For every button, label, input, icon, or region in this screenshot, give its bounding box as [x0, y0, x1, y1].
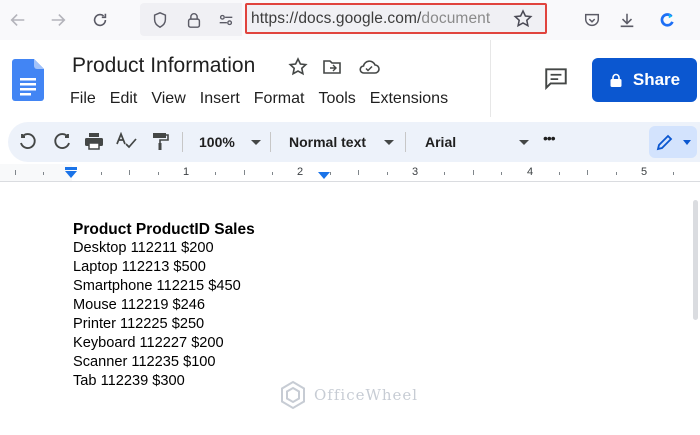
menu-edit[interactable]: Edit: [110, 90, 138, 108]
back-arrow-icon[interactable]: [6, 8, 30, 32]
watermark: OfficeWheel: [278, 380, 418, 410]
editing-mode-button[interactable]: [649, 126, 697, 158]
list-item: Desktop 112211 $200: [73, 240, 214, 256]
chevron-down-icon: [683, 140, 691, 145]
ruler-tick: [243, 170, 245, 175]
ruler-tick: [329, 172, 331, 175]
list-item: Smartphone 112215 $450: [73, 278, 241, 294]
ruler-tick: [558, 172, 560, 175]
ruler-tick: [14, 170, 16, 175]
ruler-tick: [157, 172, 159, 175]
shield-icon[interactable]: [148, 8, 172, 32]
list-item: Mouse 112219 $246: [73, 297, 205, 313]
ruler-tick: [215, 172, 217, 175]
chevron-down-icon[interactable]: [251, 140, 261, 145]
url-domain: https://docs.google.com/: [251, 9, 422, 27]
cloud-saved-icon[interactable]: [358, 57, 380, 79]
ruler-number: 2: [297, 166, 304, 178]
ruler-tick: [444, 172, 446, 175]
url-path: document: [421, 9, 491, 27]
toolbar-separator: [405, 132, 406, 152]
lock-icon: [610, 73, 622, 87]
google-docs-logo-icon[interactable]: [12, 59, 44, 101]
vertical-scrollbar[interactable]: [693, 200, 698, 320]
menu-tools[interactable]: Tools: [318, 90, 355, 108]
firefox-sync-icon[interactable]: [655, 8, 679, 32]
star-icon[interactable]: [288, 57, 310, 79]
permissions-icon[interactable]: [214, 8, 238, 32]
menu-file[interactable]: File: [70, 90, 96, 108]
officewheel-logo-icon: [281, 380, 305, 410]
menu-insert[interactable]: Insert: [200, 90, 240, 108]
ruler-tick: [272, 172, 274, 175]
ruler-tick: [501, 172, 503, 175]
lock-icon[interactable]: [182, 8, 206, 32]
watermark-text: OfficeWheel: [314, 386, 419, 404]
ruler-tick: [43, 172, 45, 175]
undo-icon[interactable]: [18, 132, 40, 152]
list-item: Keyboard 112227 $200: [73, 335, 224, 351]
spellcheck-icon[interactable]: [116, 131, 138, 152]
ruler-tick: [587, 170, 589, 175]
browser-toolbar: https://docs.google.com/document: [0, 0, 700, 40]
move-to-folder-icon[interactable]: [322, 57, 344, 79]
font-select[interactable]: Arial: [425, 134, 456, 150]
toolbar-separator: [270, 132, 271, 152]
redo-icon[interactable]: [52, 132, 74, 152]
paint-format-icon[interactable]: [150, 132, 172, 152]
menu-view[interactable]: View: [151, 90, 185, 108]
ruler-number: 5: [641, 166, 648, 178]
chevron-down-icon[interactable]: [384, 140, 394, 145]
tab-stop-marker[interactable]: [318, 172, 330, 179]
table-header-line: Product ProductID Sales: [73, 221, 255, 238]
ruler-number: 1: [183, 166, 190, 178]
share-button[interactable]: Share: [592, 58, 697, 102]
header-divider: [490, 40, 491, 117]
ruler-tick: [386, 172, 388, 175]
bookmark-star-icon[interactable]: [513, 9, 533, 29]
ruler-tick: [673, 172, 675, 175]
left-indent-handle[interactable]: [65, 171, 77, 178]
share-label: Share: [632, 70, 681, 89]
more-options-icon[interactable]: •••: [543, 130, 556, 146]
menu-bar: File Edit View Insert Format Tools Exten…: [70, 90, 462, 108]
print-icon[interactable]: [84, 132, 106, 152]
first-line-indent-handle[interactable]: [65, 167, 77, 170]
ruler-tick: [100, 172, 102, 175]
list-item: Printer 112225 $250: [73, 316, 205, 332]
pocket-icon[interactable]: [580, 8, 604, 32]
download-icon[interactable]: [615, 8, 639, 32]
url-text[interactable]: https://docs.google.com/document: [247, 10, 505, 28]
ruler-tick: [129, 170, 131, 175]
document-body[interactable]: Product ProductID Sales Desktop 112211 $…: [73, 220, 255, 391]
zoom-select[interactable]: 100%: [199, 134, 235, 150]
document-title[interactable]: Product Information: [72, 54, 255, 78]
ruler-tick: [358, 170, 360, 175]
reload-icon[interactable]: [88, 8, 112, 32]
chevron-down-icon[interactable]: [519, 140, 529, 145]
list-item: Scanner 112235 $100: [73, 354, 216, 370]
forward-arrow-icon[interactable]: [46, 8, 70, 32]
toolbar-separator: [182, 132, 183, 152]
menu-extensions[interactable]: Extensions: [370, 90, 448, 108]
ruler-number: 4: [527, 166, 534, 178]
menu-format[interactable]: Format: [254, 90, 305, 108]
ruler-tick: [472, 170, 474, 175]
list-item: Tab 112239 $300: [73, 373, 185, 389]
list-item: Laptop 112213 $500: [73, 259, 206, 275]
paragraph-style-select[interactable]: Normal text: [289, 134, 366, 150]
ruler-tick: [615, 172, 617, 175]
comment-history-icon[interactable]: [543, 66, 569, 91]
url-bar[interactable]: https://docs.google.com/document: [245, 3, 547, 34]
pencil-icon: [656, 134, 673, 151]
ruler-number: 3: [412, 166, 419, 178]
